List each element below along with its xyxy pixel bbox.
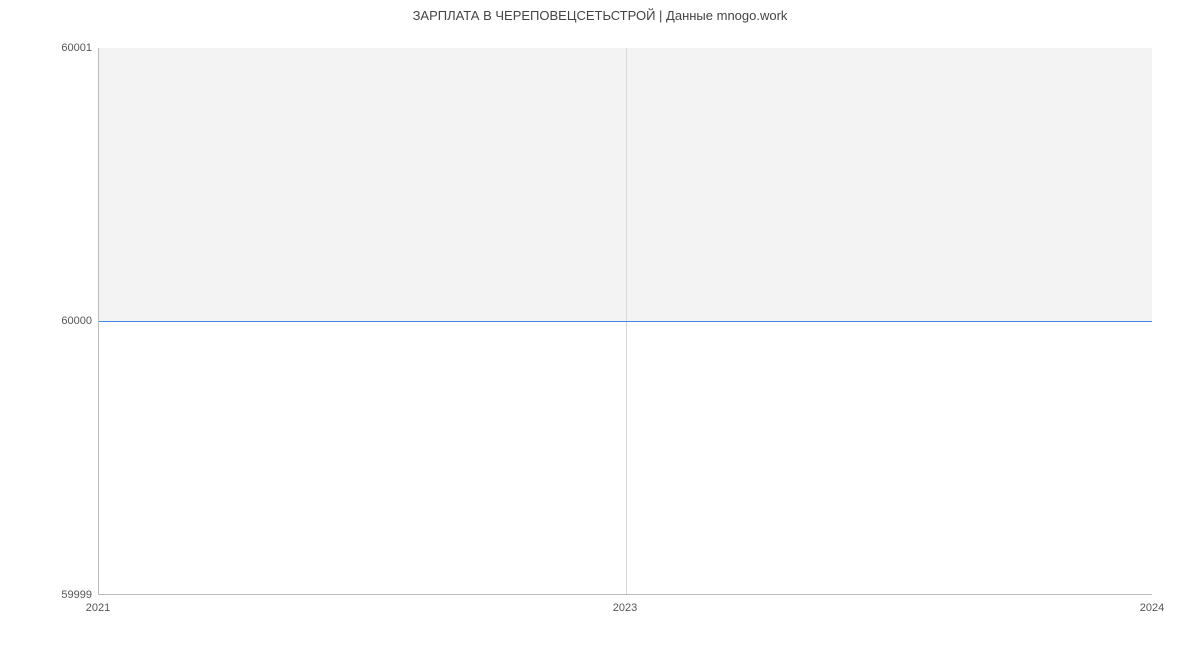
plot-area (98, 48, 1152, 595)
y-tick-label: 60001 (32, 42, 92, 54)
chart-title: ЗАРПЛАТА В ЧЕРЕПОВЕЦСЕТЬСТРОЙ | Данные m… (0, 8, 1200, 23)
y-tick-label: 60000 (32, 315, 92, 327)
y-tick-label: 59999 (32, 589, 92, 601)
x-tick-label: 2021 (86, 602, 110, 614)
x-tick-label: 2024 (1140, 602, 1164, 614)
x-tick-label: 2023 (613, 602, 637, 614)
salary-line (99, 321, 1152, 322)
